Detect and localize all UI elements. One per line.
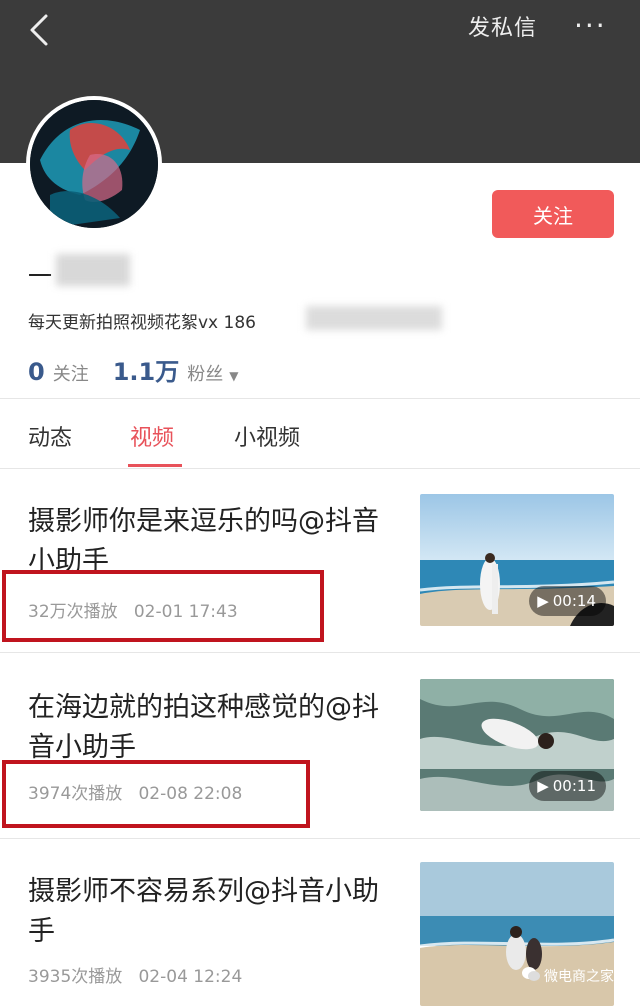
profile-bio: 每天更新拍照视频花絮vx 186 xyxy=(28,313,256,333)
following-label[interactable]: 关注 xyxy=(53,360,89,386)
tab-dynamics[interactable]: 动态 xyxy=(28,420,72,452)
highlight-box xyxy=(2,570,324,642)
divider xyxy=(0,838,640,839)
fans-label[interactable]: 粉丝 xyxy=(187,360,223,386)
fans-count[interactable]: 1.1万 xyxy=(113,352,180,387)
play-count: 3935次播放 xyxy=(28,967,123,987)
wechat-icon xyxy=(522,966,540,986)
tab-short-videos[interactable]: 小视频 xyxy=(234,420,300,452)
duration-badge: ▶ 00:14 xyxy=(529,586,606,616)
name-redaction-blur xyxy=(56,254,130,286)
video-thumbnail[interactable]: ▶ 00:11 xyxy=(420,679,614,811)
follow-button[interactable]: 关注 xyxy=(492,190,614,238)
play-icon: ▶ xyxy=(537,777,549,795)
play-icon: ▶ xyxy=(537,592,549,610)
highlight-box xyxy=(2,760,310,828)
video-title[interactable]: 在海边就的拍这种感觉的@抖音小助手 xyxy=(28,688,400,768)
duration-label: 00:11 xyxy=(552,777,596,795)
divider xyxy=(0,398,640,399)
video-date: 02-04 12:24 xyxy=(138,967,243,987)
back-button[interactable] xyxy=(22,10,62,50)
video-title[interactable]: 摄影师不容易系列@抖音小助手 xyxy=(28,872,400,952)
duration-label: 00:14 xyxy=(552,592,596,610)
chevron-left-icon xyxy=(30,14,48,46)
tab-videos[interactable]: 视频 xyxy=(130,420,174,452)
video-meta: 3935次播放 02-04 12:24 xyxy=(28,962,242,987)
duration-badge: ▶ 00:11 xyxy=(529,771,606,801)
video-thumbnail[interactable]: ▶ 00:14 xyxy=(420,494,614,626)
bio-redaction-blur xyxy=(306,306,442,330)
dropdown-triangle-icon[interactable]: ▼ xyxy=(229,369,238,383)
profile-stats: 0 关注 1.1万 粉丝 ▼ xyxy=(28,352,238,387)
active-tab-indicator xyxy=(128,464,182,467)
following-count[interactable]: 0 xyxy=(28,358,45,386)
divider xyxy=(0,652,640,653)
divider xyxy=(0,468,640,469)
watermark: 微电商之家 xyxy=(522,966,614,986)
more-options-icon[interactable]: ··· xyxy=(574,12,607,40)
send-message-button[interactable]: 发私信 xyxy=(468,10,537,42)
avatar[interactable] xyxy=(26,96,162,232)
profile-name: 一 xyxy=(28,262,52,290)
watermark-text: 微电商之家 xyxy=(544,969,614,985)
avatar-image xyxy=(30,100,158,228)
